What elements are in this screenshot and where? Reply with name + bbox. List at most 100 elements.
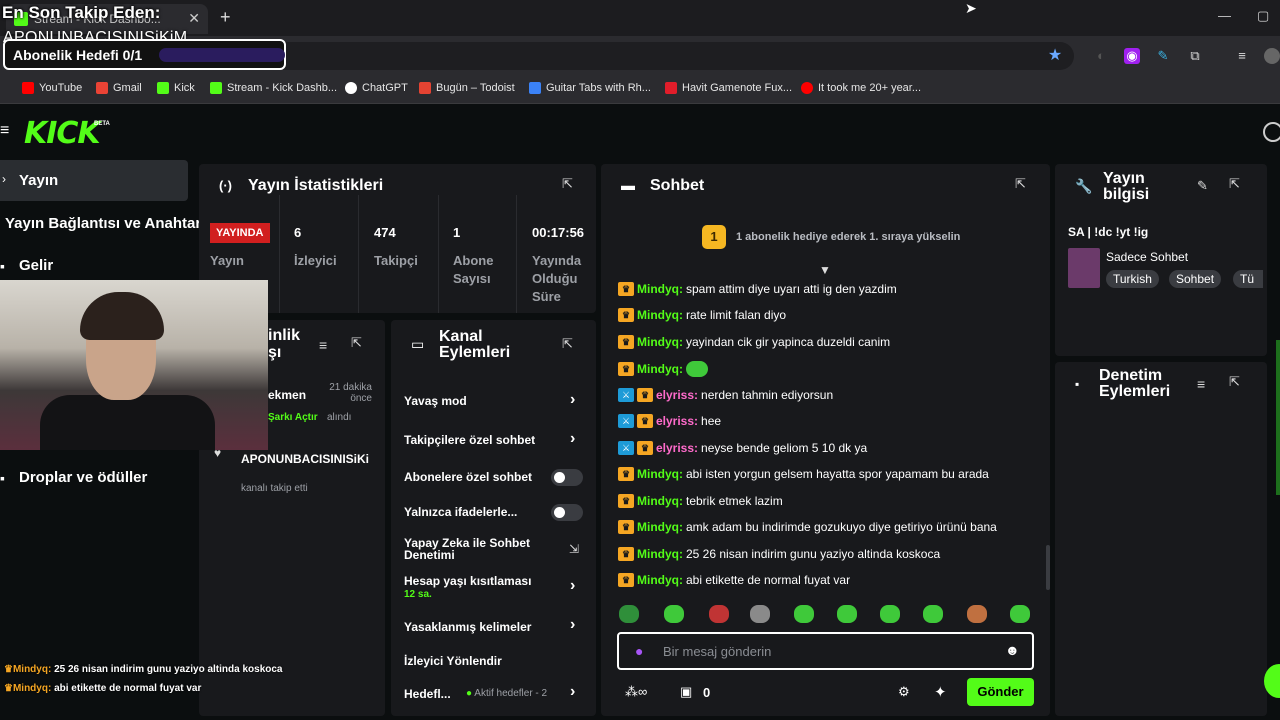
bookmark-havit[interactable]: Havit Gamenote Fux... [665, 82, 792, 94]
edit-pencil-icon[interactable]: ✎ [1197, 178, 1208, 194]
chat-username[interactable]: Mindyq: [637, 308, 683, 322]
chevron-right-icon[interactable]: › [570, 683, 575, 701]
chevron-right-icon[interactable]: › [570, 616, 575, 634]
bookmark-chatgpt[interactable]: ChatGPT [345, 82, 408, 94]
sidebar-item-yayin[interactable]: › Yayın [0, 160, 188, 201]
user-avatar[interactable] [1263, 122, 1280, 142]
subscriber-badge-icon: ♛ [637, 414, 653, 428]
emote-headphones-icon[interactable] [750, 605, 770, 623]
microphone-icon[interactable]: ● [635, 643, 643, 659]
chat-username[interactable]: elyriss: [656, 441, 698, 455]
action-goals[interactable]: Hedefl... [404, 687, 451, 701]
emote-ghost-icon[interactable] [1010, 605, 1030, 623]
kick-header [0, 105, 1280, 161]
puzzle-icon[interactable]: ⧉ [1187, 48, 1203, 64]
emote-only-toggle[interactable] [551, 504, 583, 521]
bookmark-youtube-video[interactable]: It took me 20+ year... [801, 82, 921, 94]
filter-icon[interactable]: ≡ [319, 337, 327, 353]
popout-icon[interactable]: ⇱ [562, 336, 573, 352]
profile-avatar[interactable] [1264, 48, 1280, 64]
activity-reward-suffix: alındı [327, 412, 352, 423]
bookmark-gmail[interactable]: Gmail [96, 82, 142, 94]
emote-smile-icon[interactable] [794, 605, 814, 623]
filter-icon[interactable]: ≡ [1197, 376, 1205, 392]
popout-icon[interactable]: ⇱ [1229, 176, 1240, 192]
extension-puzzle-icon[interactable]: ✦ [934, 683, 947, 701]
action-slow-mode[interactable]: Yavaş mod [404, 394, 467, 408]
send-button[interactable]: Gönder [967, 678, 1034, 706]
action-followers-only[interactable]: Takipçilere özel sohbet [404, 433, 535, 447]
action-banned-words[interactable]: Yasaklanmış kelimeler [404, 620, 531, 634]
close-tab-icon[interactable]: ✕ [188, 10, 200, 27]
chat-username[interactable]: Mindyq: [637, 467, 683, 481]
bookmark-stream-kick[interactable]: Stream - Kick Dashb... [210, 82, 337, 94]
emote-wave-icon[interactable] [837, 605, 857, 623]
todoist-icon [419, 82, 431, 94]
overlay-latest-follower-label: En Son Takip Eden: [2, 3, 161, 22]
emote-cup-icon[interactable] [664, 605, 684, 623]
extension-icon[interactable]: ◉ [1124, 48, 1140, 64]
extension-icon[interactable]: ✎ [1155, 48, 1171, 64]
bookmark-youtube[interactable]: YouTube [22, 82, 82, 94]
emoji-icon[interactable]: ☻ [1005, 642, 1020, 658]
bookmark-guitar-tabs[interactable]: Guitar Tabs with Rh... [529, 82, 651, 94]
collapse-icon[interactable]: ▼ [819, 263, 831, 277]
activity-title: inlik [268, 327, 301, 344]
action-ai-moderation[interactable]: Yapay Zeka ile Sohbet Denetimi [404, 537, 554, 561]
kick-logo[interactable]: KICK [24, 116, 101, 151]
subscribers-only-toggle[interactable] [551, 469, 583, 486]
chat-username[interactable]: elyriss: [656, 414, 698, 428]
emote-grin-icon[interactable] [880, 605, 900, 623]
sidebar-item-gelir[interactable]: Gelir [19, 257, 53, 274]
bookmark-kick[interactable]: Kick [157, 82, 195, 94]
sidebar-item-drops[interactable]: Droplar ve ödüller [19, 469, 147, 486]
settings-gear-icon[interactable]: ⚙ [898, 684, 910, 700]
overlay-chat-line: ♛Mindyq: 25 26 nisan indirim gunu yaziyo… [4, 664, 283, 675]
emote-cowboy-icon[interactable] [967, 605, 987, 623]
chat-message: ♛ Mindyq: rate limit falan diyo [618, 308, 786, 322]
chat-username[interactable]: Mindyq: [637, 335, 683, 349]
popout-icon[interactable]: ⇱ [562, 176, 573, 192]
chat-username[interactable]: Mindyq: [637, 362, 683, 376]
chat-username[interactable]: Mindyq: [637, 547, 683, 561]
chevron-right-icon[interactable]: › [570, 577, 575, 595]
subscriber-badge-icon: ♛ [618, 335, 634, 349]
popout-icon[interactable]: ⇱ [1015, 176, 1026, 192]
chat-username[interactable]: elyriss: [656, 388, 698, 402]
points-icon: ▣ [680, 684, 693, 699]
bookmark-todoist[interactable]: Bugün – Todoist [419, 82, 515, 94]
chat-message: ♛ Mindyq: 25 26 nisan indirim gunu yaziyo … [618, 547, 940, 561]
chat-username[interactable]: Mindyq: [637, 494, 683, 508]
chat-username[interactable]: Mindyq: [637, 573, 683, 587]
chat-username[interactable]: Mindyq: [637, 520, 683, 534]
bookmark-star-icon[interactable]: ★ [1047, 48, 1063, 64]
popout-icon[interactable]: ⇱ [351, 335, 362, 351]
chevron-right-icon[interactable]: › [570, 391, 575, 409]
external-link-icon[interactable]: ⇲ [569, 542, 579, 556]
action-raid[interactable]: İzleyici Yönlendir [404, 654, 502, 668]
emote-pepe-icon[interactable] [619, 605, 639, 623]
new-tab-button[interactable]: + [220, 7, 231, 28]
goals-status: ● Aktif hedefler - 2 [466, 688, 548, 699]
guitar-tabs-icon [529, 82, 541, 94]
emote-box-icon[interactable] [709, 605, 729, 623]
infinity-icon[interactable]: ⁂∞ [625, 684, 647, 700]
maximize-button[interactable]: ▢ [1257, 8, 1269, 24]
menu-icon[interactable]: ≡ [0, 122, 9, 140]
playlist-icon[interactable]: ≡ [1234, 48, 1250, 64]
chat-scrollbar[interactable] [1046, 545, 1050, 590]
chat-username[interactable]: Mindyq: [637, 282, 683, 296]
minimize-button[interactable]: — [1218, 8, 1231, 23]
subscriber-badge-icon: ♛ [637, 388, 653, 402]
stat-label: İzleyici [294, 253, 337, 268]
chat-input[interactable]: ● Bir mesaj gönderin ☻ [617, 632, 1034, 670]
popout-icon[interactable]: ⇱ [1229, 374, 1240, 390]
emote-thumb-icon[interactable] [923, 605, 943, 623]
action-account-age[interactable]: Hesap yaşı kısıtlaması [404, 574, 531, 588]
extension-icon[interactable]: ◐ [1093, 48, 1109, 64]
chevron-right-icon[interactable]: › [570, 430, 575, 448]
sidebar-item-stream-key[interactable]: Yayın Bağlantısı ve Anahtarı [5, 215, 205, 232]
webcam-figure [40, 395, 215, 450]
stat-viewers: 6 İzleyici [280, 195, 359, 313]
subscriber-badge-icon: ♛ [637, 441, 653, 455]
